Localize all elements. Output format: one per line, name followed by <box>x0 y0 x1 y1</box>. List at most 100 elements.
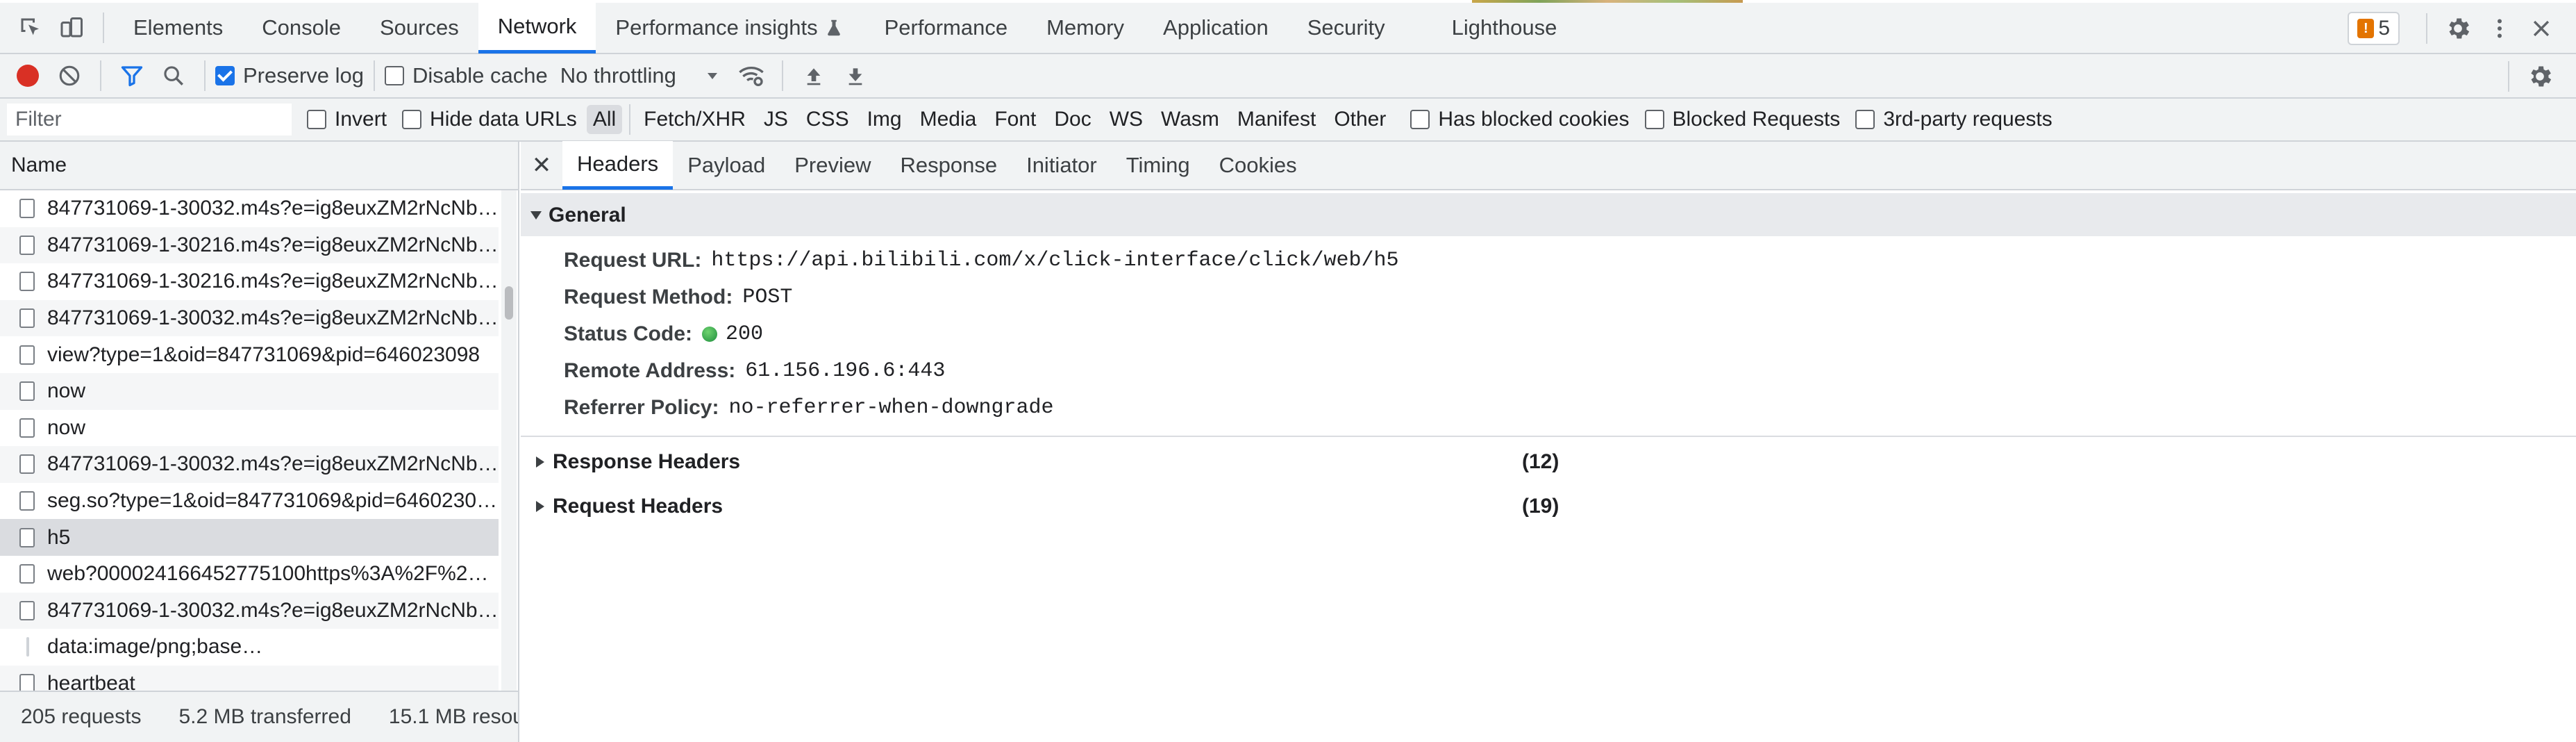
invert-checkbox[interactable]: Invert <box>307 108 387 131</box>
filter-type-manifest[interactable]: Manifest <box>1231 105 1322 134</box>
name-column-header[interactable]: Name <box>0 142 518 190</box>
referrer-policy-value: no-referrer-when-downgrade <box>728 395 1054 420</box>
request-row[interactable]: seg.so?type=1&oid=847731069&pid=64602309… <box>0 483 499 520</box>
blocked-requests-checkbox[interactable]: Blocked Requests <box>1644 108 1841 131</box>
general-section-toggle[interactable]: General <box>521 193 2576 236</box>
request-row[interactable]: 847731069-1-30216.m4s?e=ig8euxZM2rNcNbdl… <box>0 226 499 264</box>
filter-type-js[interactable]: JS <box>758 105 794 134</box>
divider <box>204 60 206 91</box>
remote-address-label: Remote Address: <box>564 358 736 382</box>
request-row[interactable]: web?000024166452775100https%3A%2F%2Fwww.… <box>0 556 499 593</box>
tab-timing[interactable]: Timing <box>1112 141 1205 190</box>
filter-type-all[interactable]: All <box>586 105 623 134</box>
device-toolbar-icon[interactable] <box>51 7 93 49</box>
request-list-scrollbar[interactable] <box>501 190 517 691</box>
filter-type-img[interactable]: Img <box>861 105 908 134</box>
disable-cache-checkbox[interactable]: Disable cache <box>385 53 548 98</box>
request-row[interactable]: 847731069-1-30216.m4s?e=ig8euxZM2rNcNbdl… <box>0 263 499 300</box>
request-row[interactable]: view?type=1&oid=847731069&pid=646023098 <box>0 336 499 373</box>
request-row[interactable]: heartbeat <box>0 665 499 691</box>
filter-input[interactable] <box>7 104 292 135</box>
filter-type-doc[interactable]: Doc <box>1048 105 1097 134</box>
request-row[interactable]: now <box>0 410 499 447</box>
panel-tabs-bar: Elements Console Sources Network Perform… <box>0 2 2576 54</box>
tab-headers[interactable]: Headers <box>562 141 674 190</box>
more-options-icon[interactable] <box>2479 8 2520 49</box>
request-name: 847731069-1-30032.m4s?e=ig8euxZM2rNcNbdl… <box>47 452 499 476</box>
request-row[interactable]: data:image/png;base… <box>0 629 499 666</box>
network-conditions-button[interactable] <box>730 55 772 97</box>
tab-response[interactable]: Response <box>885 141 1012 190</box>
third-party-requests-checkbox[interactable]: 3rd-party requests <box>1855 108 2052 131</box>
tab-performance[interactable]: Performance <box>865 2 1027 53</box>
close-details-icon[interactable]: ✕ <box>521 141 562 190</box>
remote-address-value: 61.156.196.6:443 <box>745 358 946 383</box>
request-row[interactable]: 847731069-1-30032.m4s?e=ig8euxZM2rNcNbdl… <box>0 190 499 227</box>
checkbox-checked <box>215 66 235 85</box>
tab-memory[interactable]: Memory <box>1027 2 1144 53</box>
filter-bar: Invert Hide data URLs All Fetch/XHR JS C… <box>0 99 2576 142</box>
tab-preview[interactable]: Preview <box>780 141 885 190</box>
record-icon <box>17 65 39 87</box>
tab-elements[interactable]: Elements <box>114 2 242 53</box>
tab-payload[interactable]: Payload <box>673 141 780 190</box>
status-code-value: 200 <box>726 322 764 346</box>
tab-application[interactable]: Application <box>1144 2 1288 53</box>
divider <box>2508 61 2509 92</box>
record-button[interactable] <box>7 55 49 97</box>
checkbox-unchecked <box>385 66 405 85</box>
disable-cache-label: Disable cache <box>412 63 548 88</box>
tab-performance-insights[interactable]: Performance insights <box>596 2 851 53</box>
request-url-value: https://api.bilibili.com/x/click-interfa… <box>711 248 1399 272</box>
tab-sources[interactable]: Sources <box>360 2 478 53</box>
filter-type-other[interactable]: Other <box>1328 105 1392 134</box>
issue-warning-icon: ! <box>2357 19 2375 38</box>
request-details-pane: ✕ Headers Payload Preview Response Initi… <box>521 141 2576 742</box>
tab-console[interactable]: Console <box>242 2 360 53</box>
hide-data-urls-checkbox[interactable]: Hide data URLs <box>402 108 577 131</box>
request-row[interactable]: 847731069-1-30032.m4s?e=ig8euxZM2rNcNbdl… <box>0 299 499 337</box>
import-har-button[interactable] <box>793 55 835 97</box>
scrollbar-thumb[interactable] <box>505 286 513 320</box>
clear-button[interactable] <box>49 55 90 97</box>
throttling-value: No throttling <box>560 63 676 88</box>
tab-lighthouse[interactable]: Lighthouse <box>1432 2 1577 53</box>
filter-type-ws[interactable]: WS <box>1103 105 1149 134</box>
has-blocked-cookies-checkbox[interactable]: Has blocked cookies <box>1410 108 1630 131</box>
filter-toggle-button[interactable] <box>111 55 153 97</box>
status-ok-dot-icon <box>702 326 718 342</box>
divider <box>2426 13 2427 44</box>
request-row[interactable]: 847731069-1-30032.m4s?e=ig8euxZM2rNcNbdl… <box>0 592 499 629</box>
request-headers-section-toggle[interactable]: Request Headers (19) <box>521 484 2576 529</box>
filter-type-fetch-xhr[interactable]: Fetch/XHR <box>637 105 752 134</box>
request-row[interactable]: now <box>0 372 499 410</box>
throttling-select[interactable]: No throttling <box>560 53 721 98</box>
filter-type-wasm[interactable]: Wasm <box>1155 105 1226 134</box>
tab-cookies[interactable]: Cookies <box>1205 141 1312 190</box>
search-button[interactable] <box>153 55 194 97</box>
preserve-log-checkbox[interactable]: Preserve log <box>215 53 364 98</box>
filter-type-css[interactable]: CSS <box>800 105 855 134</box>
wifi-settings-icon <box>739 67 764 87</box>
request-row-selected[interactable]: h5 <box>0 519 499 556</box>
filter-type-media[interactable]: Media <box>914 105 983 134</box>
issues-button[interactable]: ! 5 <box>2348 12 2400 45</box>
close-devtools-icon[interactable] <box>2520 8 2562 49</box>
inspect-element-icon[interactable] <box>10 7 51 49</box>
request-headers-title: Request Headers <box>553 495 724 518</box>
export-har-button[interactable] <box>835 55 876 97</box>
response-headers-section-toggle[interactable]: Response Headers (12) <box>521 440 2576 484</box>
settings-gear-icon[interactable] <box>2437 8 2479 49</box>
clear-icon <box>59 65 80 86</box>
filter-type-font[interactable]: Font <box>988 105 1042 134</box>
network-settings-gear-icon[interactable] <box>2519 56 2561 97</box>
tab-network[interactable]: Network <box>478 2 596 53</box>
chevron-down-icon <box>707 73 717 79</box>
blocked-requests-label: Blocked Requests <box>1672 108 1841 131</box>
request-name: web?000024166452775100https%3A%2F%2Fwww.… <box>47 562 499 586</box>
request-row[interactable]: 847731069-1-30032.m4s?e=ig8euxZM2rNcNbdl… <box>0 446 499 483</box>
tab-security[interactable]: Security <box>1288 2 1405 53</box>
tab-initiator[interactable]: Initiator <box>1012 141 1112 190</box>
file-icon <box>19 454 35 475</box>
checkbox-unchecked <box>1410 110 1430 129</box>
